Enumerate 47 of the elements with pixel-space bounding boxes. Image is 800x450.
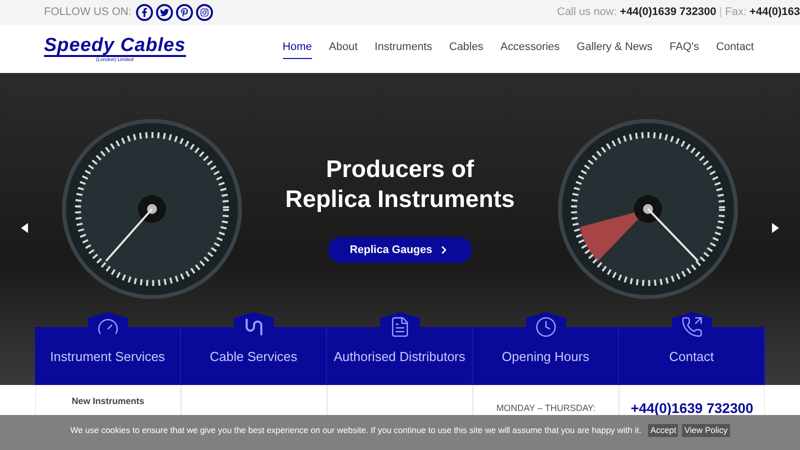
cookie-button[interactable]: View Policy — [682, 424, 730, 437]
instagram-icon — [200, 8, 210, 17]
hero-title: Producers of Replica Instruments — [285, 155, 515, 215]
cookie-text: We use cookies to ensure that we give you the best experience on our website. If you continue to use this site we will assume that you are happy with it. — [70, 424, 642, 437]
nav-link[interactable]: About — [328, 39, 358, 59]
card-text: New Instruments — [72, 395, 144, 408]
nav-link[interactable]: Cables — [449, 39, 484, 59]
call-label: Call us now: — [557, 5, 617, 20]
card-title: Contact — [668, 349, 715, 364]
card-title: Opening Hours — [500, 349, 590, 364]
nav-link[interactable]: Home — [282, 39, 312, 59]
pinterest-icon — [180, 8, 190, 17]
arrow-left-icon — [21, 223, 29, 233]
follow-label: FOLLOW US ON: — [44, 5, 132, 20]
nav-link[interactable]: Instruments — [374, 39, 432, 59]
nav-link[interactable]: Contact — [716, 39, 754, 59]
facebook-link[interactable] — [136, 4, 154, 21]
instagram-link[interactable] — [196, 4, 214, 21]
service-card-header[interactable]: Cable Services — [181, 327, 327, 385]
nav-link[interactable]: Gallery & News — [576, 39, 652, 59]
replica-gauges-button[interactable]: Replica Gauges — [328, 237, 472, 263]
clock-icon — [535, 316, 557, 338]
card-title: Instrument Services — [49, 349, 166, 364]
phone-number: +44(0)1639 732300 — [620, 5, 716, 20]
service-card-header[interactable]: Authorised Distributors — [327, 327, 473, 385]
service-card-header[interactable]: Opening Hours — [473, 327, 619, 385]
twitter-link[interactable] — [156, 4, 174, 21]
separator: | — [719, 5, 722, 20]
card-title: Authorised Distributors — [332, 349, 466, 364]
service-card-header[interactable]: Instrument Services — [35, 327, 181, 385]
contact-phone: +44(0)1639 732300 — [630, 399, 754, 418]
arrow-right-icon — [771, 223, 779, 233]
logo-name: Speedy Cables — [44, 36, 186, 56]
service-card-header[interactable]: Contact — [619, 327, 765, 385]
nav-link[interactable]: Accessories — [500, 39, 560, 59]
document-icon — [389, 316, 411, 338]
facebook-icon — [140, 8, 150, 17]
fax-label: Fax: — [725, 5, 747, 20]
twitter-icon — [160, 8, 170, 17]
fax-number: +44(0)163 — [750, 5, 800, 20]
cookie-button[interactable]: Accept — [648, 424, 678, 437]
card-text: MONDAY – THURSDAY: — [496, 402, 596, 415]
pinterest-link[interactable] — [176, 4, 194, 21]
card-title: Cable Services — [208, 349, 298, 364]
wave-icon — [243, 316, 265, 338]
nav-link[interactable]: FAQ's — [669, 39, 700, 59]
phone-icon — [681, 316, 703, 338]
